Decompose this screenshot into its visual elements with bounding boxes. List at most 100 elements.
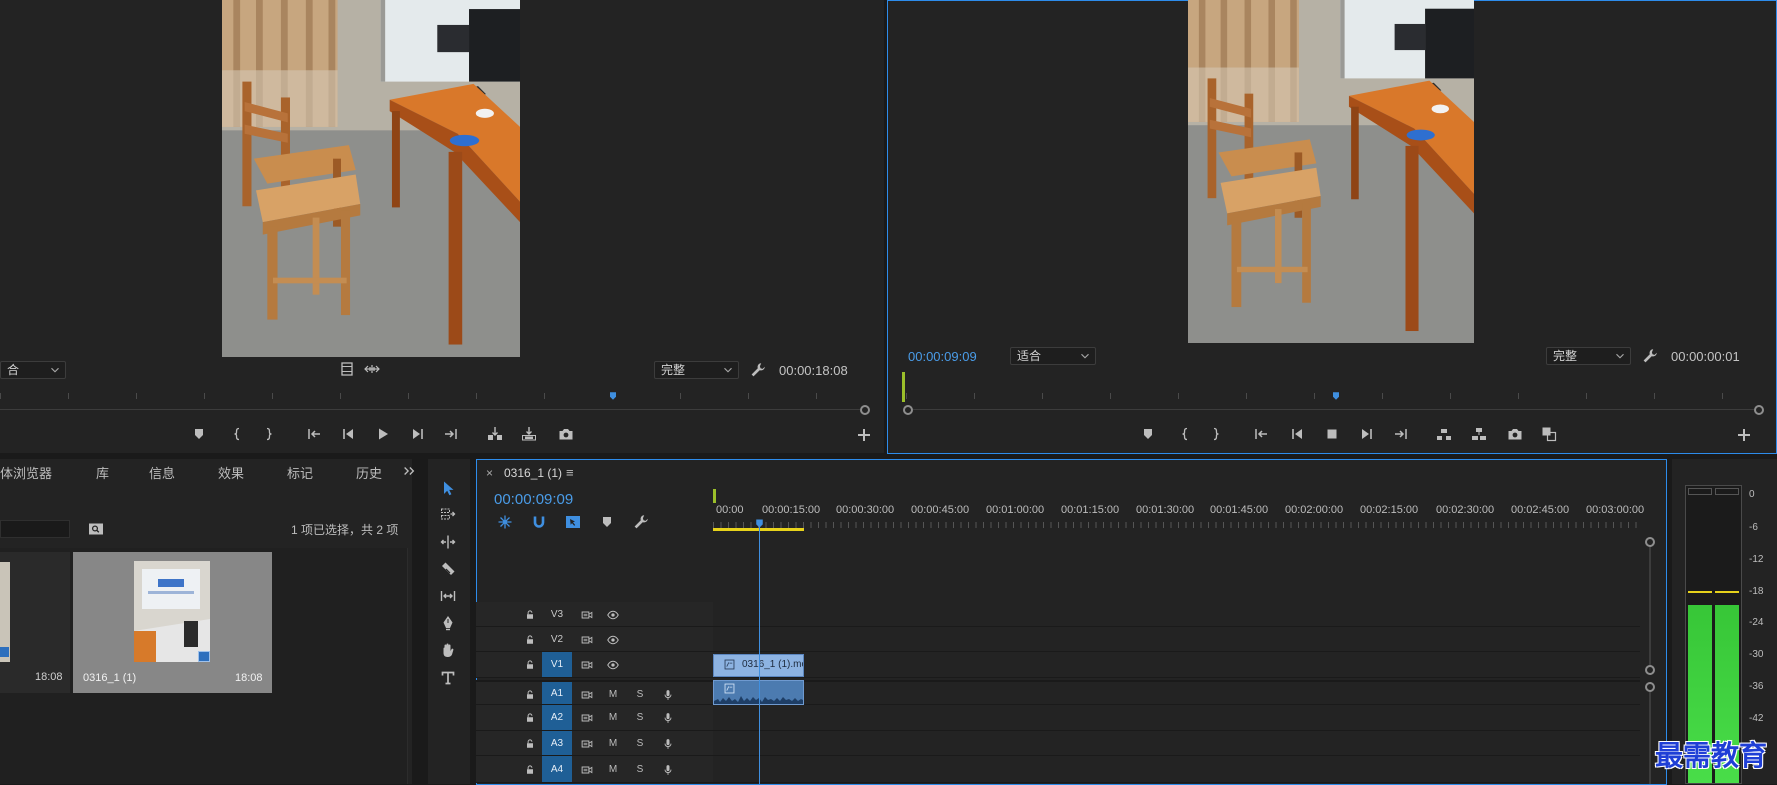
track-v2[interactable]: V2 (476, 627, 1640, 652)
lock-icon[interactable] (524, 738, 536, 750)
add-marker-icon[interactable] (191, 426, 207, 442)
toggle-sync-lock-icon[interactable] (581, 738, 593, 750)
program-zoom-handle-right[interactable] (1754, 405, 1764, 415)
source-fit-dropdown[interactable]: 合 (0, 361, 66, 379)
play-icon[interactable] (375, 426, 391, 442)
source-zoom-handle[interactable] (860, 405, 870, 415)
toggle-sync-lock-icon[interactable] (581, 764, 593, 776)
add-marker-icon[interactable] (599, 514, 615, 530)
tab-history[interactable]: 历史 (356, 463, 382, 482)
mark-out-icon[interactable] (261, 426, 277, 442)
drag-audio-only-icon[interactable] (364, 361, 380, 377)
program-playhead-marker[interactable] (1330, 390, 1342, 402)
mark-in-icon[interactable] (229, 426, 245, 442)
track-a3[interactable]: A3 M S (476, 731, 1640, 756)
program-in-point-marker[interactable] (902, 372, 905, 402)
close-tab-icon[interactable]: × (486, 466, 493, 480)
snap-magnet-icon[interactable] (531, 514, 547, 530)
track-a1[interactable]: A1 M S (476, 680, 1640, 705)
solo-track-button[interactable]: S (633, 712, 647, 723)
timeline-time-ruler[interactable] (713, 522, 1640, 528)
source-zoom-scrollbar[interactable] (0, 409, 860, 410)
mute-track-button[interactable]: M (606, 738, 620, 749)
project-item-selected[interactable]: 0316_1 (1) 18:08 (73, 552, 272, 693)
mark-out-icon[interactable] (1208, 426, 1224, 442)
button-editor-plus-icon[interactable] (1736, 427, 1752, 443)
linked-selection-icon[interactable] (565, 514, 581, 530)
timeline-in-point-marker[interactable] (713, 489, 716, 503)
tab-menu-icon[interactable]: ≡ (566, 465, 574, 480)
nest-sequence-icon[interactable] (497, 514, 513, 530)
tab-libraries[interactable]: 库 (96, 463, 109, 482)
audio-tracks-zoom-handle[interactable] (1645, 682, 1655, 692)
program-zoom-scrollbar[interactable] (913, 409, 1754, 410)
ripple-edit-tool-icon[interactable] (440, 534, 456, 550)
track-target-v1[interactable]: V1 (542, 652, 572, 677)
track-a2[interactable]: A2 M S (476, 705, 1640, 731)
source-quality-dropdown[interactable]: 完整 (654, 361, 739, 379)
vertical-zoom-handle-top[interactable] (1645, 537, 1655, 547)
insert-icon[interactable] (487, 426, 503, 442)
button-editor-plus-icon[interactable] (856, 427, 872, 443)
solo-track-button[interactable]: S (633, 764, 647, 775)
lock-icon[interactable] (524, 712, 536, 724)
lock-icon[interactable] (524, 659, 536, 671)
go-to-out-icon[interactable] (1393, 426, 1409, 442)
program-fit-dropdown[interactable]: 适合 (1010, 347, 1096, 365)
add-marker-icon[interactable] (1140, 426, 1156, 442)
video-tracks-scrollbar[interactable] (1649, 547, 1651, 665)
comparison-view-icon[interactable] (1541, 426, 1557, 442)
lock-icon[interactable] (524, 634, 536, 646)
slip-tool-icon[interactable] (440, 588, 456, 604)
track-a4[interactable]: A4 M S (476, 756, 1640, 783)
mute-track-button[interactable]: M (606, 689, 620, 700)
voice-over-record-icon[interactable] (662, 738, 674, 750)
go-to-out-icon[interactable] (443, 426, 459, 442)
lock-icon[interactable] (524, 764, 536, 776)
extract-icon[interactable] (1471, 426, 1487, 442)
panel-overflow-chevrons-icon[interactable] (402, 464, 416, 478)
program-playhead-timecode[interactable]: 00:00:09:09 (908, 349, 977, 364)
eye-icon[interactable] (607, 659, 619, 671)
project-item[interactable]: 18:08 (0, 552, 70, 693)
track-lane[interactable] (713, 652, 1640, 677)
go-to-in-icon[interactable] (306, 426, 322, 442)
audio-tracks-scrollbar[interactable] (1649, 692, 1651, 784)
tab-markers[interactable]: 标记 (287, 463, 313, 482)
timeline-playhead-marker[interactable] (753, 517, 766, 530)
track-select-tool-icon[interactable] (440, 506, 456, 522)
settings-wrench-icon[interactable] (750, 362, 766, 378)
toggle-sync-lock-icon[interactable] (581, 689, 593, 701)
toggle-sync-lock-icon[interactable] (581, 609, 593, 621)
peak-indicator-right[interactable] (1715, 488, 1739, 495)
solo-track-button[interactable]: S (633, 689, 647, 700)
track-v3[interactable]: V3 (476, 602, 1640, 627)
track-target-a1[interactable]: A1 (542, 682, 572, 704)
timeline-settings-wrench-icon[interactable] (633, 514, 649, 530)
solo-track-button[interactable]: S (633, 738, 647, 749)
selection-tool-icon[interactable] (440, 480, 456, 496)
eye-icon[interactable] (607, 634, 619, 646)
track-target-a2[interactable]: A2 (542, 705, 572, 730)
track-target-a4[interactable]: A4 (542, 756, 572, 782)
export-frame-icon[interactable] (558, 426, 574, 442)
track-target-a3[interactable]: A3 (542, 731, 572, 755)
track-lane[interactable] (713, 731, 1640, 755)
settings-wrench-icon[interactable] (1642, 348, 1658, 364)
toggle-sync-lock-icon[interactable] (581, 659, 593, 671)
mark-in-icon[interactable] (1177, 426, 1193, 442)
sequence-tab-title[interactable]: 0316_1 (1) (504, 466, 562, 480)
step-forward-icon[interactable] (410, 426, 426, 442)
program-quality-dropdown[interactable]: 完整 (1546, 347, 1631, 365)
lock-icon[interactable] (524, 689, 536, 701)
toggle-sync-lock-icon[interactable] (581, 634, 593, 646)
step-forward-icon[interactable] (1359, 426, 1375, 442)
lock-icon[interactable] (524, 609, 536, 621)
track-lane[interactable] (713, 602, 1640, 626)
razor-tool-icon[interactable] (440, 561, 456, 577)
track-lane[interactable] (713, 682, 1640, 704)
type-tool-icon[interactable] (440, 670, 456, 686)
mute-track-button[interactable]: M (606, 764, 620, 775)
project-search-input[interactable] (0, 520, 70, 538)
track-lane[interactable] (713, 705, 1640, 730)
